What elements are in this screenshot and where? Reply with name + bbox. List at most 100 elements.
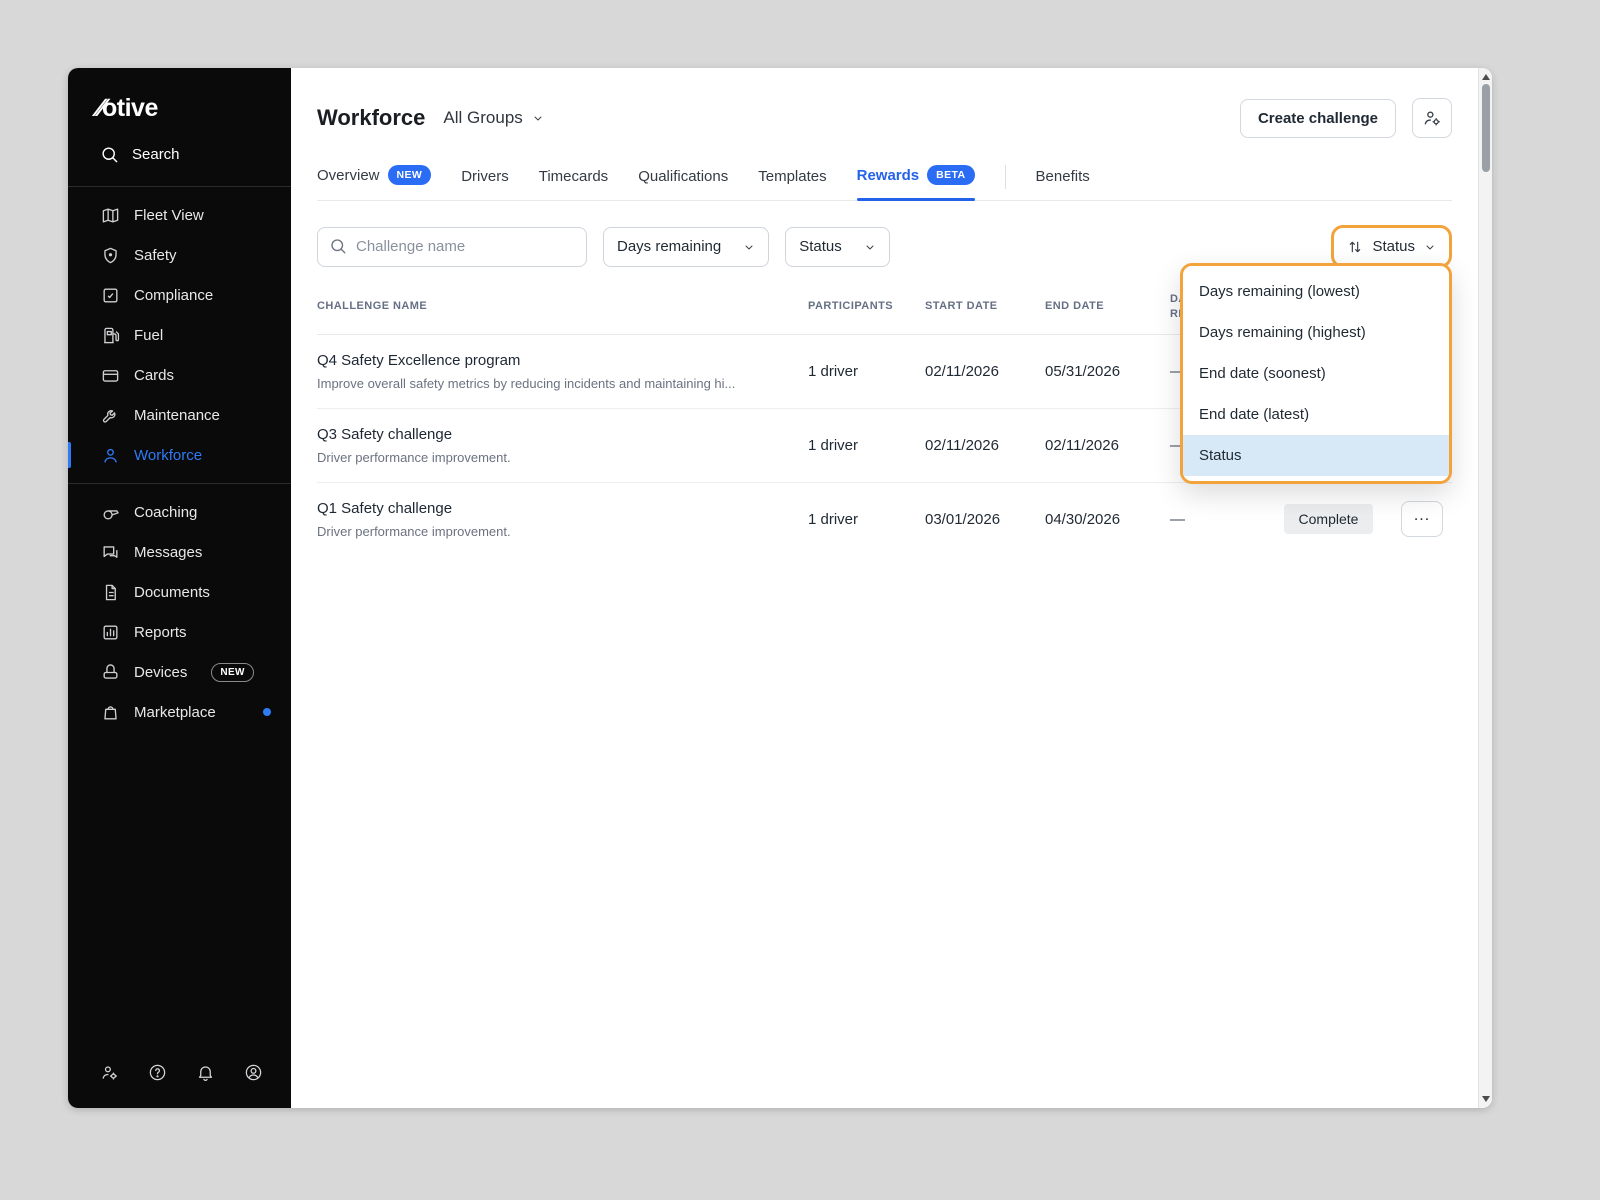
create-challenge-button[interactable]: Create challenge (1240, 99, 1396, 138)
status-cell: Complete (1265, 504, 1392, 534)
tab-overview[interactable]: Overview NEW (317, 165, 431, 200)
user-settings-button[interactable] (1412, 98, 1452, 138)
new-badge: NEW (211, 663, 254, 682)
tab-label: Drivers (461, 168, 509, 185)
start-date-value: 02/11/2026 (925, 363, 1045, 380)
beta-badge: BETA (927, 165, 974, 185)
chevron-down-icon (1424, 241, 1436, 253)
sidebar-item-label: Reports (134, 624, 187, 641)
sort-option-days-remaining-lowest[interactable]: Days remaining (lowest) (1183, 271, 1449, 312)
participants-value: 1 driver (808, 437, 925, 454)
scroll-down-arrow[interactable] (1482, 1096, 1490, 1102)
annotation-highlight-sort: Status (1331, 225, 1452, 268)
challenge-name[interactable]: Q1 Safety challenge (317, 500, 808, 517)
chevron-down-icon (743, 241, 755, 253)
sidebar-item-compliance[interactable]: Compliance (68, 275, 291, 315)
sidebar-item-workforce[interactable]: Workforce (68, 435, 291, 475)
page-title: Workforce (317, 105, 425, 131)
compliance-icon (100, 285, 120, 305)
sort-option-status[interactable]: Status (1183, 435, 1449, 476)
sidebar-footer (68, 1063, 291, 1108)
sidebar-divider (68, 483, 291, 484)
user-settings-icon[interactable] (100, 1063, 119, 1082)
tab-rewards[interactable]: Rewards BETA (857, 165, 975, 200)
sidebar-item-messages[interactable]: Messages (68, 532, 291, 572)
sidebar-item-fuel[interactable]: Fuel (68, 315, 291, 355)
notification-dot (263, 708, 271, 716)
tab-label: Benefits (1036, 168, 1090, 185)
account-icon[interactable] (244, 1063, 263, 1082)
tab-label: Rewards (857, 167, 920, 184)
row-menu-button[interactable]: ... (1401, 501, 1443, 537)
group-selector[interactable]: All Groups (443, 108, 543, 128)
vertical-scrollbar[interactable] (1478, 68, 1492, 1108)
tab-timecards[interactable]: Timecards (539, 168, 608, 200)
sort-button-label: Status (1372, 238, 1415, 255)
sidebar-search[interactable]: Search (68, 129, 291, 178)
sidebar-item-coaching[interactable]: Coaching (68, 492, 291, 532)
challenge-search (317, 227, 587, 267)
sidebar-item-label: Workforce (134, 447, 202, 464)
status-filter[interactable]: Status (785, 227, 890, 267)
days-remaining-filter[interactable]: Days remaining (603, 227, 769, 267)
sidebar-item-label: Compliance (134, 287, 213, 304)
tab-drivers[interactable]: Drivers (461, 168, 509, 200)
sidebar-search-label: Search (132, 146, 180, 163)
sidebar-item-cards[interactable]: Cards (68, 355, 291, 395)
start-date-value: 03/01/2026 (925, 511, 1045, 528)
challenge-name[interactable]: Q3 Safety challenge (317, 426, 808, 443)
header-actions: Create challenge (1240, 98, 1452, 138)
sidebar-item-maintenance[interactable]: Maintenance (68, 395, 291, 435)
tab-label: Timecards (539, 168, 608, 185)
bell-icon[interactable] (196, 1063, 215, 1082)
col-participants: PARTICIPANTS (808, 299, 925, 314)
group-selector-label: All Groups (443, 108, 522, 128)
sidebar-item-devices[interactable]: Devices NEW (68, 652, 291, 692)
help-icon[interactable] (148, 1063, 167, 1082)
sidebar-item-label: Documents (134, 584, 210, 601)
sidebar-item-safety[interactable]: Safety (68, 235, 291, 275)
sidebar-item-documents[interactable]: Documents (68, 572, 291, 612)
card-icon (100, 365, 120, 385)
sort-option-end-date-latest[interactable]: End date (latest) (1183, 394, 1449, 435)
search-icon (329, 237, 347, 255)
sort-button[interactable]: Status (1336, 230, 1447, 263)
chat-icon (100, 542, 120, 562)
tab-label: Overview (317, 167, 380, 184)
scroll-up-arrow[interactable] (1482, 74, 1490, 80)
end-date-value: 05/31/2026 (1045, 363, 1170, 380)
tab-divider (1005, 165, 1006, 189)
fuel-icon (100, 325, 120, 345)
sidebar-item-reports[interactable]: Reports (68, 612, 291, 652)
page-header: Workforce All Groups Create challenge (317, 98, 1452, 138)
sidebar: ∕∕otive Search Fleet View Safety Complia… (68, 68, 291, 1108)
map-icon (100, 205, 120, 225)
sort-option-end-date-soonest[interactable]: End date (soonest) (1183, 353, 1449, 394)
chevron-down-icon (532, 112, 544, 124)
sort-dropdown: Days remaining (lowest) Days remaining (… (1183, 266, 1449, 481)
challenge-name[interactable]: Q4 Safety Excellence program (317, 352, 808, 369)
bag-icon (100, 702, 120, 722)
challenge-name-input[interactable] (317, 227, 587, 267)
sidebar-item-marketplace[interactable]: Marketplace (68, 692, 291, 732)
user-gear-icon (1422, 108, 1442, 128)
col-challenge-name: CHALLENGE NAME (317, 299, 808, 314)
report-icon (100, 622, 120, 642)
scrollbar-thumb[interactable] (1482, 84, 1490, 172)
table-row: Q1 Safety challenge Driver performance i… (317, 483, 1452, 556)
col-end-date: END DATE (1045, 299, 1170, 314)
challenge-description: Driver performance improvement. (317, 524, 787, 539)
end-date-value: 02/11/2026 (1045, 437, 1170, 454)
wrench-icon (100, 405, 120, 425)
sidebar-item-fleet-view[interactable]: Fleet View (68, 195, 291, 235)
shield-icon (100, 245, 120, 265)
tab-qualifications[interactable]: Qualifications (638, 168, 728, 200)
sidebar-item-label: Cards (134, 367, 174, 384)
tab-label: Templates (758, 168, 826, 185)
tab-benefits[interactable]: Benefits (1036, 168, 1090, 200)
tab-bar: Overview NEW Drivers Timecards Qualifica… (317, 165, 1452, 201)
sort-option-days-remaining-highest[interactable]: Days remaining (highest) (1183, 312, 1449, 353)
tab-templates[interactable]: Templates (758, 168, 826, 200)
device-icon (100, 662, 120, 682)
sidebar-item-label: Maintenance (134, 407, 220, 424)
